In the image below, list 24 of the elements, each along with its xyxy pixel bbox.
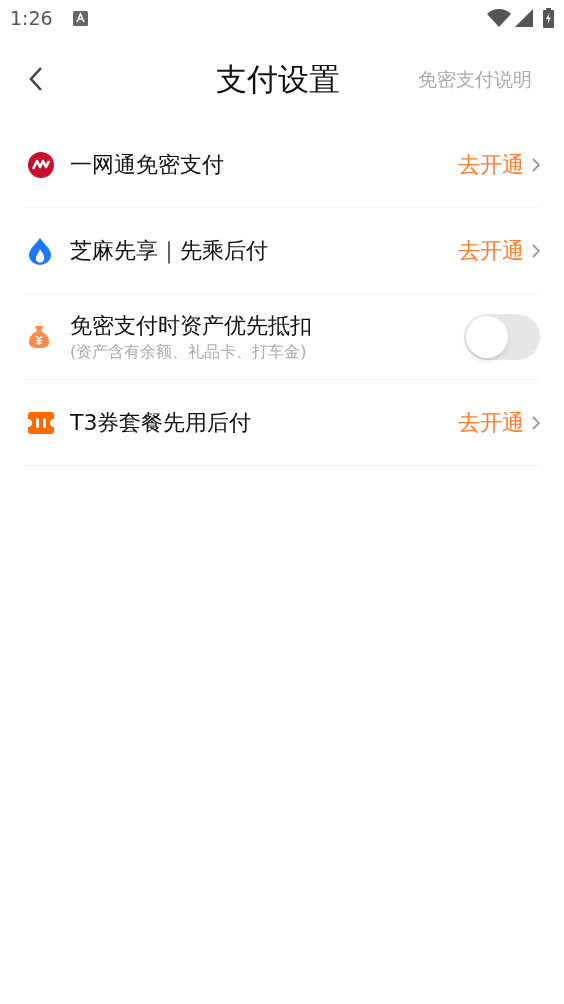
drop-icon [28,236,52,265]
setting-label: 芝麻先享｜先乘后付 [70,236,269,266]
money-bag-icon [28,324,50,349]
chevron-icon [532,157,540,172]
setting-label: 一网通免密支付 [70,150,225,179]
back-icon [28,66,44,92]
setting-label: T3券套餐先用后付 [70,408,253,437]
chevron-icon [532,415,540,430]
toggle-switch[interactable] [464,313,540,360]
setting-hint: (资产含有余额、礼品卡、打车金) [70,340,308,363]
keyboard-notification-icon [72,10,88,26]
activate-link[interactable]: 去开通 [458,148,540,181]
activate-link[interactable]: 去开通 [458,234,540,267]
battery-icon [543,8,554,28]
setting-label: 免密支付时资产优先抵扣 [70,311,313,340]
signal-icon [515,9,533,27]
help-link[interactable]: 免密支付说明 [418,64,532,94]
status-time: 1:26 [10,5,53,31]
wifi-icon [487,9,511,27]
zigzag-logo-icon [28,151,54,178]
chevron-icon [532,243,540,258]
activate-link[interactable]: 去开通 [458,406,540,439]
page-title: 支付设置 [216,59,340,99]
ticket-icon [28,411,54,434]
